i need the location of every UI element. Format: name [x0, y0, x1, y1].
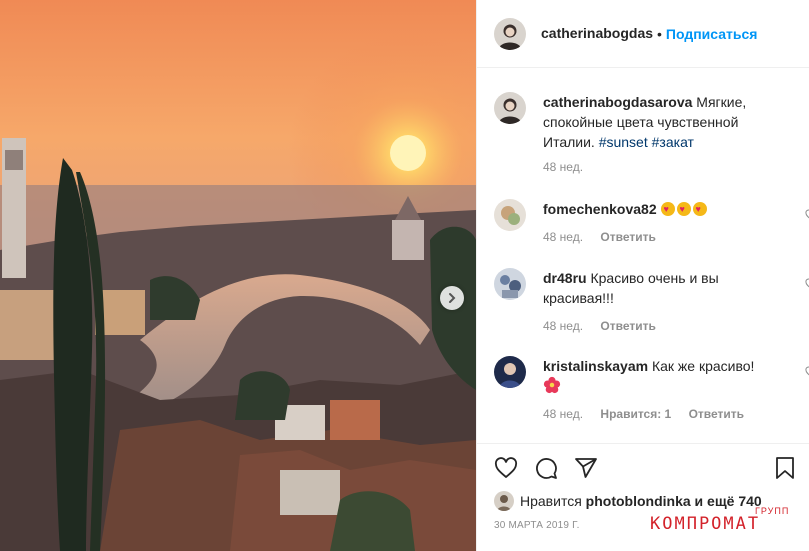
- reply-button[interactable]: Ответить: [689, 407, 744, 421]
- comment-username[interactable]: dr48ru: [543, 270, 587, 286]
- comment-text: fomechenkova82: [543, 199, 793, 219]
- caption-meta: 48 нед.: [543, 160, 597, 174]
- post-header: catherinabogdasarova • Подписаться: [477, 0, 809, 68]
- post-date[interactable]: 30 МАРТА 2019 Г.: [494, 520, 580, 531]
- comment-meta: 48 нед. Нравится: 1 Ответить: [543, 407, 758, 421]
- watermark: ГРУПП КОМПРОМАТ: [650, 506, 805, 538]
- comment-body: Как же красиво!: [651, 358, 755, 374]
- hibiscus-emoji-icon: [543, 376, 561, 394]
- next-photo-button[interactable]: [440, 286, 464, 310]
- commenter-avatar[interactable]: [494, 268, 526, 300]
- comment-meta: 48 нед. Ответить: [543, 319, 670, 333]
- watermark-main: КОМПРОМАТ: [650, 514, 761, 534]
- comment-text: dr48ru Красиво очень и вы красивая!!!: [543, 268, 793, 308]
- hashtag-link[interactable]: #закат: [652, 134, 694, 150]
- comment-like-heart-icon[interactable]: [805, 209, 809, 221]
- heart-icon[interactable]: [494, 456, 518, 480]
- sunset-photo-image: [0, 0, 476, 551]
- comment-time[interactable]: 48 нед.: [543, 230, 583, 244]
- comment-likes-count[interactable]: Нравится: 1: [600, 407, 671, 421]
- commenter-avatar[interactable]: [494, 356, 526, 388]
- share-icon[interactable]: [574, 456, 598, 480]
- follow-button[interactable]: Подписаться: [666, 26, 758, 42]
- comment-meta: 48 нед. Ответить: [543, 230, 670, 244]
- comment-username[interactable]: fomechenkova82: [543, 201, 657, 217]
- commenter-avatar[interactable]: [494, 199, 526, 231]
- comment-time[interactable]: 48 нед.: [543, 407, 583, 421]
- heart-eyes-emoji-icon: [692, 202, 707, 216]
- header-separator-dot: •: [657, 25, 662, 42]
- post-photo: [0, 0, 476, 551]
- heart-eyes-emoji-icon: [660, 202, 675, 216]
- hashtag-link[interactable]: #sunset: [599, 134, 648, 150]
- comments-list: catherinabogdasarova Мягкие, спокойные ц…: [477, 68, 809, 443]
- caption-username[interactable]: catherinabogdasarova: [543, 94, 692, 110]
- next-arrow-icon: [449, 293, 456, 303]
- bookmark-icon[interactable]: [774, 456, 796, 480]
- watermark-sub: ГРУПП: [755, 506, 790, 516]
- reply-button[interactable]: Ответить: [600, 319, 655, 333]
- comment-time[interactable]: 48 нед.: [543, 319, 583, 333]
- liked-by-username[interactable]: photoblondinka: [586, 493, 691, 509]
- comment-like-heart-icon[interactable]: [805, 278, 809, 290]
- comment-icon[interactable]: [534, 456, 558, 480]
- header-username[interactable]: catherinabogdasarova: [541, 25, 653, 41]
- comment-like-heart-icon[interactable]: [805, 366, 809, 378]
- author-avatar[interactable]: [494, 92, 526, 124]
- liked-by-suffix[interactable]: и ещё 740: [695, 493, 762, 509]
- liker-avatar[interactable]: [494, 491, 514, 511]
- heart-eyes-emoji-icon: [676, 202, 691, 216]
- reply-button[interactable]: Ответить: [600, 230, 655, 244]
- post-side-panel: catherinabogdasarova • Подписаться cathe…: [476, 0, 809, 551]
- comment-text: kristalinskayam Как же красиво!: [543, 356, 793, 396]
- comment-username[interactable]: kristalinskayam: [543, 358, 648, 374]
- liked-by-prefix: Нравится: [520, 493, 582, 509]
- author-avatar[interactable]: [494, 17, 526, 50]
- caption-time[interactable]: 48 нед.: [543, 160, 583, 174]
- caption-text: catherinabogdasarova Мягкие, спокойные ц…: [543, 92, 793, 152]
